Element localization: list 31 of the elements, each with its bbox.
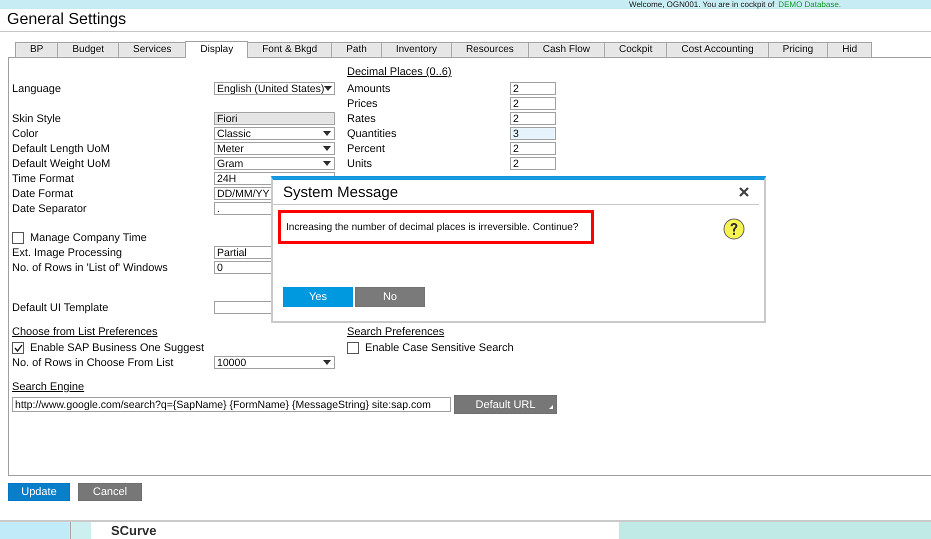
field-label: Percent: [347, 142, 386, 154]
field-label: Color: [12, 128, 40, 140]
field-label: Default Length UoM: [12, 142, 111, 154]
dialog-title: System Message: [283, 184, 398, 200]
checkbox-label: Enable SAP Business One Suggest: [30, 342, 204, 354]
field-label: Amounts: [347, 82, 392, 94]
field-label: Default UI Template: [12, 302, 110, 314]
dialog-message: Increasing the number of decimal places is irreversible. Continue?: [278, 210, 594, 244]
section-heading: Decimal Places (0..6): [347, 65, 452, 80]
field-label: No. of Rows in 'List of' Windows: [12, 262, 169, 274]
readonly-field: Fiori: [214, 112, 335, 125]
field-label: Ext. Image Processing: [12, 246, 124, 258]
section-heading: Search Engine: [12, 380, 84, 395]
checkbox-label: Enable Case Sensitive Search: [365, 342, 514, 354]
field-label: Default Weight UoM: [12, 158, 112, 170]
field-label: No. of Rows in Choose From List: [12, 356, 174, 368]
checkbox-label: Manage Company Time: [30, 232, 147, 244]
footer-label: SCurve: [111, 522, 158, 539]
field-label: Rates: [347, 112, 377, 124]
field-label: Time Format: [12, 172, 75, 184]
field-label: Units: [347, 158, 374, 170]
field-label: Date Format: [12, 188, 74, 200]
section-heading: Search Preferences: [347, 325, 444, 340]
welcome-text: Welcome, OGN001. You are in cockpit of: [629, 0, 774, 9]
section-heading: Choose from List Preferences: [12, 325, 158, 340]
field-label: Prices: [347, 98, 379, 110]
field-label: Language: [12, 82, 62, 94]
field-label: Quantities: [347, 128, 398, 140]
field-label: Date Separator: [12, 202, 88, 214]
window-title: General Settings: [7, 11, 126, 29]
field-label: Skin Style: [12, 112, 62, 124]
